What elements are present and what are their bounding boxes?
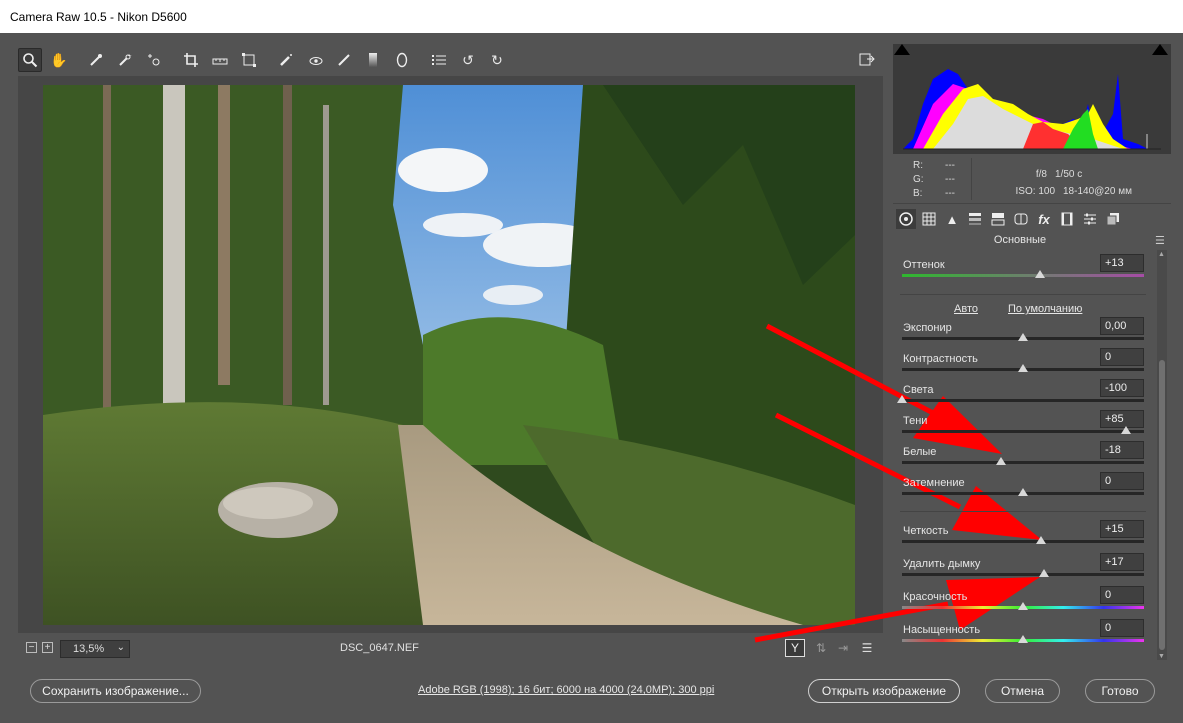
- rgb-readout: R: --- G: --- B: ---: [913, 159, 977, 201]
- scrollbar-thumb[interactable]: [1159, 360, 1165, 650]
- slider-knob[interactable]: [897, 395, 907, 403]
- slider-row: Красочность 0: [900, 586, 1146, 621]
- slider-value-input[interactable]: 0: [1100, 586, 1144, 604]
- b-label: B:: [913, 188, 923, 199]
- presets-tab-icon[interactable]: [1080, 209, 1100, 229]
- g-value: ---: [945, 174, 955, 185]
- zoom-in-button[interactable]: +: [42, 642, 53, 653]
- hsl-tab-icon[interactable]: [965, 209, 985, 229]
- workflow-options-link[interactable]: Adobe RGB (1998); 16 бит; 6000 на 4000 (…: [418, 684, 714, 696]
- slider-knob[interactable]: [996, 457, 1007, 465]
- slider-row: Насыщенность 0: [900, 619, 1146, 654]
- zoom-level-select[interactable]: 13,5% ⌄: [60, 640, 130, 658]
- slider-track[interactable]: [902, 399, 1144, 402]
- swap-settings-icon[interactable]: ⇅: [812, 640, 830, 656]
- aperture-value: f/8: [1035, 169, 1047, 180]
- slider-knob[interactable]: [1018, 333, 1028, 341]
- save-image-button[interactable]: Сохранить изображение...: [30, 679, 201, 703]
- slider-track[interactable]: [902, 430, 1144, 433]
- image-info: R: --- G: --- B: --- f/8 1/50 с ISO: 100 18-1…: [893, 154, 1171, 204]
- panel-scrollbar[interactable]: ▲ ▼: [1157, 250, 1167, 660]
- camera-settings: f/8 1/50 с ISO: 100 18-140@20 мм: [1003, 166, 1163, 200]
- slider-row: Затемнение 0: [900, 472, 1146, 507]
- r-label: R:: [913, 160, 923, 171]
- slider-row: Оттенок +13: [900, 254, 1146, 289]
- slider-label: Оттенок: [903, 259, 945, 271]
- slider-knob[interactable]: [1018, 635, 1028, 643]
- snapshots-tab-icon[interactable]: [1103, 209, 1123, 229]
- slider-label: Экспонир: [903, 322, 952, 334]
- basic-tab-icon[interactable]: [896, 209, 916, 229]
- b-value: ---: [945, 188, 955, 199]
- before-after-toggle-icon[interactable]: Y: [785, 639, 805, 657]
- slider-value-input[interactable]: -100: [1100, 379, 1144, 397]
- calibration-tab-icon[interactable]: [1057, 209, 1077, 229]
- lens-value: 18-140@20 мм: [1063, 186, 1132, 197]
- slider-knob[interactable]: [1038, 569, 1049, 577]
- effects-tab-icon[interactable]: fx: [1034, 209, 1054, 229]
- shutter-value: 1/50 с: [1055, 169, 1083, 180]
- slider-label: Четкость: [903, 525, 949, 537]
- open-image-button[interactable]: Открыть изображение: [808, 679, 960, 703]
- slider-knob[interactable]: [1036, 536, 1047, 544]
- view-settings-icon[interactable]: ☰: [858, 640, 876, 656]
- slider-row: Удалить дымку +17: [900, 553, 1146, 588]
- iso-value: ISO: 100: [1015, 186, 1055, 197]
- divider: [900, 511, 1146, 512]
- slider-knob[interactable]: [1034, 270, 1045, 278]
- chevron-down-icon: ⌄: [116, 642, 125, 653]
- highlight-clipping-icon[interactable]: [1152, 44, 1168, 55]
- detail-tab-icon[interactable]: ▲: [942, 209, 962, 229]
- slider-label: Красочность: [903, 591, 968, 603]
- slider-label: Белые: [903, 446, 937, 458]
- slider-row: Четкость +15: [900, 520, 1146, 555]
- slider-value-input[interactable]: +15: [1100, 520, 1144, 538]
- shadow-clipping-icon[interactable]: [894, 44, 910, 55]
- zoom-out-button[interactable]: −: [26, 642, 37, 653]
- slider-label: Тени: [903, 415, 928, 427]
- copy-settings-icon[interactable]: ⇥: [834, 640, 852, 656]
- scroll-up-icon[interactable]: ▲: [1158, 251, 1165, 258]
- slider-value-input[interactable]: -18: [1100, 441, 1144, 459]
- divider: [900, 294, 1146, 295]
- r-value: ---: [945, 160, 955, 171]
- section-title: Основные: [993, 234, 1047, 246]
- slider-knob[interactable]: [1120, 426, 1131, 434]
- g-label: G:: [913, 174, 924, 185]
- slider-value-input[interactable]: +17: [1100, 553, 1144, 571]
- slider-value-input[interactable]: 0,00: [1100, 317, 1144, 335]
- histogram: [893, 44, 1171, 154]
- slider-label: Затемнение: [903, 477, 965, 489]
- slider-knob[interactable]: [1018, 602, 1028, 610]
- slider-label: Удалить дымку: [903, 558, 981, 570]
- filename-label: DSC_0647.NEF: [340, 642, 419, 654]
- split-toning-tab-icon[interactable]: [988, 209, 1008, 229]
- slider-track[interactable]: [902, 274, 1144, 277]
- slider-value-input[interactable]: 0: [1100, 472, 1144, 490]
- slider-track[interactable]: [902, 573, 1144, 576]
- slider-track[interactable]: [902, 540, 1144, 543]
- zoom-level-value: 13,5%: [73, 643, 105, 655]
- auto-link[interactable]: Авто: [954, 303, 978, 315]
- panel-menu-icon[interactable]: ☰: [1155, 234, 1165, 247]
- slider-knob[interactable]: [1018, 364, 1028, 372]
- slider-label: Контрастность: [903, 353, 978, 365]
- slider-value-input[interactable]: 0: [1100, 348, 1144, 366]
- slider-label: Света: [903, 384, 934, 396]
- info-divider: [971, 158, 972, 200]
- panel-tabs: ▲ fx: [893, 206, 1171, 232]
- slider-label: Насыщенность: [903, 624, 981, 636]
- cancel-button[interactable]: Отмена: [985, 679, 1060, 703]
- slider-track[interactable]: [902, 461, 1144, 464]
- slider-value-input[interactable]: +13: [1100, 254, 1144, 272]
- lens-corrections-tab-icon[interactable]: [1011, 209, 1031, 229]
- scroll-down-icon[interactable]: ▼: [1158, 653, 1165, 660]
- default-link[interactable]: По умолчанию: [1008, 303, 1082, 315]
- slider-knob[interactable]: [1018, 488, 1028, 496]
- done-button[interactable]: Готово: [1085, 679, 1155, 703]
- tone-curve-tab-icon[interactable]: [919, 209, 939, 229]
- slider-value-input[interactable]: 0: [1100, 619, 1144, 637]
